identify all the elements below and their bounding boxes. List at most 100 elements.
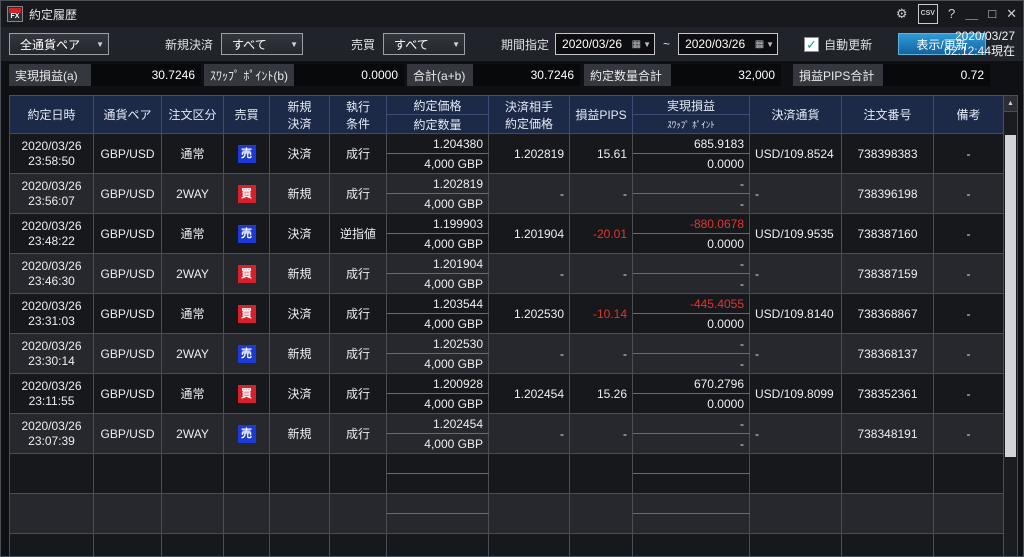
cell-order-type: 2WAY [162,414,224,454]
cell-price: 1.199903 [387,214,489,234]
side-badge: 売 [238,345,256,363]
cell-order-type: 通常 [162,214,224,254]
cell-new-close: 決済 [270,374,330,414]
cell-qty: 4,000 GBP [387,314,489,334]
total-qty-label: 約定数量合計 [584,64,671,86]
cell-datetime: 2020/03/2623:07:39 [10,414,94,454]
cell-datetime: 2020/03/2623:56:07 [10,174,94,214]
vertical-scrollbar[interactable]: ▲ [1003,95,1018,557]
cell-note: - [934,374,1004,414]
history-table-area: 約定日時 通貨ペア 注文区分 売買 新規決済 執行条件 約定価格 決済相手約定価… [9,95,1023,557]
new-close-select[interactable]: すべて ▼ [221,33,303,55]
cell-note: - [934,414,1004,454]
cell-settle-currency: - [750,254,842,294]
chevron-down-icon[interactable]: ▼ [766,40,774,49]
cell-side: 売 [224,134,270,174]
cell-swap: - [633,194,750,214]
col-header-new-close: 新規決済 [270,96,330,134]
period-label: 期間指定 [501,36,549,53]
cell-qty: 4,000 GBP [387,234,489,254]
cell-order-type: 通常 [162,134,224,174]
table-row: 2020/03/2623:30:14 GBP/USD 2WAY 売 新規 成行 … [10,334,1004,354]
calendar-icon[interactable]: ▦ [632,39,641,50]
cell-pair: GBP/USD [94,294,162,334]
total-pips-value: 0.72 [883,64,990,86]
date-from-input[interactable]: 2020/03/26 ▦ ▼ [555,33,655,55]
app-logo-icon: FX [7,6,23,22]
cell-exec: 成行 [330,134,387,174]
summary-bar: 実現損益(a) 30.7246 ｽﾜｯﾌﾟ ﾎﾟｲﾝﾄ(b) 0.0000 合計… [1,61,1023,89]
cell-price: 1.203544 [387,294,489,314]
help-icon[interactable]: ? [948,6,955,22]
cell-qty: 4,000 GBP [387,154,489,174]
col-header-realized-pl: 実現損益 [633,96,750,115]
auto-update-checkbox[interactable]: ✓ 自動更新 [804,36,872,53]
col-header-order-type: 注文区分 [162,96,224,134]
total-pips-label: 損益PIPS合計 [793,64,883,86]
close-icon[interactable]: ✕ [1006,6,1017,22]
col-header-exec-condition: 執行条件 [330,96,387,134]
cell-side: 売 [224,214,270,254]
cell-swap: 0.0000 [633,394,750,414]
table-row: 2020/03/2623:31:03 GBP/USD 通常 買 決済 成行 1.… [10,294,1004,314]
realized-pl-value: 30.7246 [91,64,201,86]
col-header-pair: 通貨ペア [94,96,162,134]
date-to-input[interactable]: 2020/03/26 ▦ ▼ [678,33,778,55]
cell-note: - [934,214,1004,254]
minimize-icon[interactable]: ＿ [965,6,978,22]
cell-side: 買 [224,174,270,214]
col-header-qty: 約定数量 [387,115,489,134]
chevron-down-icon[interactable]: ▼ [643,40,651,49]
cell-settle-currency: - [750,174,842,214]
cell-order-no: 738387159 [842,254,934,294]
cell-swap: 0.0000 [633,154,750,174]
auto-update-label: 自動更新 [824,36,872,53]
cell-swap: - [633,354,750,374]
cell-counter-price: - [489,414,570,454]
cell-realized-pl: -880.0678 [633,214,750,234]
empty-row [10,494,1004,514]
cell-datetime: 2020/03/2623:30:14 [10,334,94,374]
csv-export-icon[interactable]: CSV [918,4,938,24]
col-header-settle-currency: 決済通貨 [750,96,842,134]
cell-side: 買 [224,294,270,334]
cell-new-close: 新規 [270,254,330,294]
calendar-icon[interactable]: ▦ [755,39,764,50]
cell-pips: - [570,254,633,294]
cell-note: - [934,134,1004,174]
scroll-up-button[interactable]: ▲ [1004,96,1017,112]
cell-new-close: 決済 [270,214,330,254]
maximize-icon[interactable]: □ [988,6,996,22]
currency-pair-select[interactable]: 全通貨ペア ▼ [9,33,109,55]
col-header-counter-price: 決済相手約定価格 [489,96,570,134]
cell-datetime: 2020/03/2623:46:30 [10,254,94,294]
cell-qty: 4,000 GBP [387,274,489,294]
cell-order-no: 738368137 [842,334,934,374]
side-select[interactable]: すべて ▼ [383,33,465,55]
cell-realized-pl: - [633,334,750,354]
table-row: 2020/03/2623:07:39 GBP/USD 2WAY 売 新規 成行 … [10,414,1004,434]
execution-history-table: 約定日時 通貨ペア 注文区分 売買 新規決済 執行条件 約定価格 決済相手約定価… [9,95,1004,557]
cell-settle-currency: - [750,334,842,374]
cell-pair: GBP/USD [94,214,162,254]
swap-points-label: ｽﾜｯﾌﾟ ﾎﾟｲﾝﾄ(b) [204,64,294,86]
cell-pair: GBP/USD [94,414,162,454]
cell-realized-pl: - [633,414,750,434]
side-badge: 買 [238,185,256,203]
cell-pips: -10.14 [570,294,633,334]
side-label: 売買 [351,36,375,53]
cell-price: 1.202530 [387,334,489,354]
table-row: 2020/03/2623:58:50 GBP/USD 通常 売 決済 成行 1.… [10,134,1004,154]
check-icon: ✓ [806,38,817,51]
table-row: 2020/03/2623:11:55 GBP/USD 通常 買 決済 成行 1.… [10,374,1004,394]
cell-order-type: 2WAY [162,254,224,294]
cell-side: 売 [224,414,270,454]
settings-icon[interactable]: ⚙ [896,6,908,22]
cell-new-close: 新規 [270,334,330,374]
side-badge: 買 [238,385,256,403]
cell-datetime: 2020/03/2623:31:03 [10,294,94,334]
cell-qty: 4,000 GBP [387,394,489,414]
table-row: 2020/03/2623:48:22 GBP/USD 通常 売 決済 逆指値 1… [10,214,1004,234]
chevron-down-icon: ▼ [290,40,298,49]
scrollbar-thumb[interactable] [1005,135,1016,457]
